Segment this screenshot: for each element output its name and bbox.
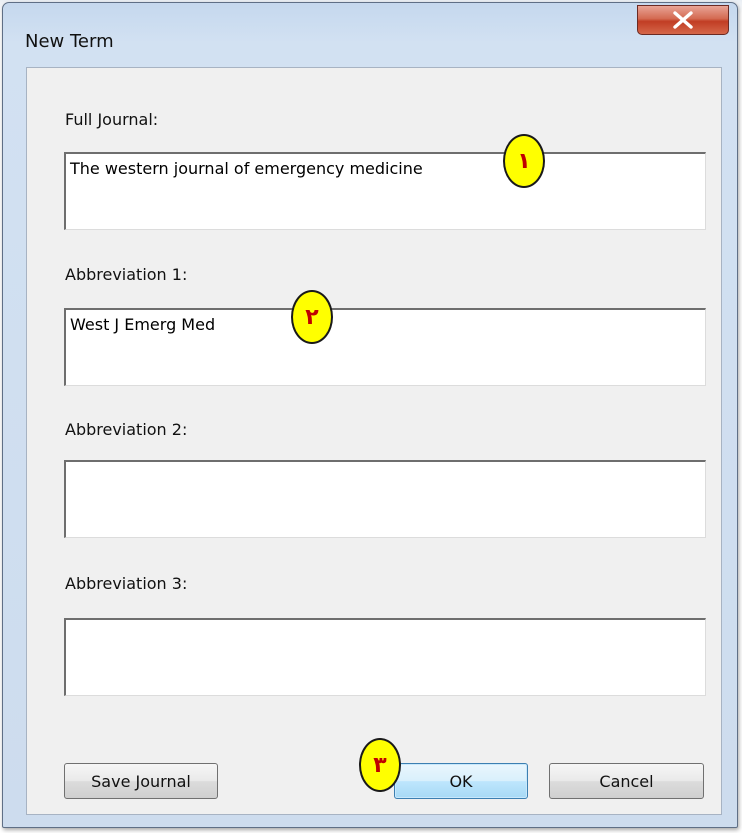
abbreviation-2-label: Abbreviation 2:	[65, 420, 188, 439]
new-term-dialog: Full Journal: The western journal of eme…	[2, 2, 738, 828]
abbreviation-3-field[interactable]	[64, 618, 706, 696]
dialog-content: Full Journal: The western journal of eme…	[26, 67, 722, 815]
abbreviation-3-label: Abbreviation 3:	[65, 574, 188, 593]
abbreviation-2-field[interactable]	[64, 460, 706, 538]
window-title: New Term	[25, 31, 114, 52]
full-journal-field[interactable]: The western journal of emergency medicin…	[64, 152, 706, 230]
ok-button[interactable]: OK	[394, 763, 528, 799]
close-button[interactable]	[637, 5, 729, 35]
full-journal-label: Full Journal:	[65, 110, 159, 129]
save-journal-button[interactable]: Save Journal	[64, 763, 218, 799]
annotation-marker-3: ٣	[359, 738, 401, 792]
close-icon	[673, 11, 693, 29]
cancel-button[interactable]: Cancel	[549, 763, 704, 799]
annotation-marker-1: ١	[503, 134, 545, 188]
abbreviation-1-label: Abbreviation 1:	[65, 265, 188, 284]
annotation-marker-2: ٢	[291, 290, 333, 344]
abbreviation-1-field[interactable]: West J Emerg Med	[64, 308, 706, 386]
